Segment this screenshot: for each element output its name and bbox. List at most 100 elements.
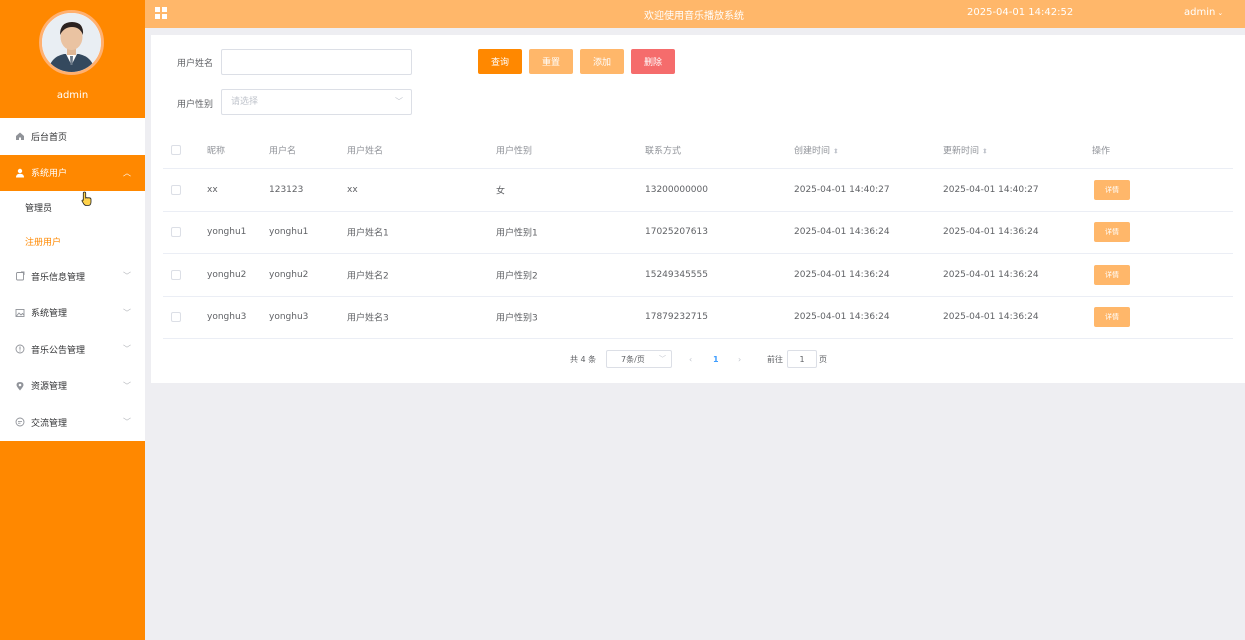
chevron-down-icon: ﹀: [123, 417, 131, 427]
sort-icon[interactable]: ⬍: [982, 147, 988, 155]
header-datetime: 2025-04-01 14:42:52: [967, 7, 1074, 18]
chevron-down-icon: ﹀: [659, 355, 666, 363]
cell-username: yonghu3: [269, 312, 309, 323]
detail-button[interactable]: 详情: [1094, 264, 1130, 285]
sidebar-item-label: 交流管理: [31, 418, 68, 429]
chevron-down-icon: ﹀: [395, 97, 403, 106]
row-checkbox[interactable]: [171, 312, 181, 323]
add-button[interactable]: 添加: [580, 49, 624, 74]
top-header: 欢迎使用音乐播放系统 2025-04-01 14:42:52 admin ⌄: [145, 0, 1245, 28]
delete-button[interactable]: 删除: [631, 49, 675, 74]
cell-username: yonghu1: [269, 227, 309, 238]
row-checkbox[interactable]: [171, 184, 181, 195]
reset-button[interactable]: 重置: [529, 49, 573, 74]
col-nickname: 昵称: [207, 146, 226, 156]
query-button[interactable]: 查询: [478, 49, 522, 74]
cell-realname: 用户姓名3: [347, 313, 389, 324]
chevron-down-icon: ﹀: [123, 344, 131, 354]
sidebar-item-home[interactable]: 后台首页: [0, 118, 145, 155]
cell-updated: 2025-04-01 14:36:24: [943, 227, 1039, 238]
cell-created: 2025-04-01 14:36:24: [794, 312, 890, 323]
sidebar-item-communication[interactable]: 交流管理 ﹀: [0, 404, 145, 441]
table-body: xx 123123 xx 女 13200000000 2025-04-01 14:40:2…: [163, 169, 1233, 339]
sidebar-item-label: 音乐公告管理: [31, 345, 86, 356]
row-checkbox[interactable]: [171, 269, 181, 280]
gender-select-placeholder: 请选择: [231, 97, 259, 107]
avatar-image: [42, 13, 101, 72]
page-size-value: 7条/页: [621, 354, 645, 364]
col-created[interactable]: 创建时间 ⬍: [794, 143, 839, 156]
col-contact: 联系方式: [645, 146, 682, 156]
goto-label: 前往: [767, 354, 783, 364]
cell-gender: 用户性别1: [496, 228, 538, 239]
cell-contact: 17025207613: [645, 227, 708, 238]
cell-gender: 用户性别3: [496, 313, 538, 324]
name-label: 用户姓名: [177, 59, 214, 69]
sidebar: admin 后台首页 系统用户 ︿ 管理员 注册用户 音乐信息管理 ﹀ 系统管理…: [0, 0, 145, 640]
sidebar-subitem-admin[interactable]: 管理员: [0, 191, 145, 225]
chevron-down-icon: ﹀: [123, 271, 131, 281]
cell-nickname: yonghu2: [207, 269, 247, 280]
col-created-label: 创建时间: [794, 146, 831, 156]
cell-updated: 2025-04-01 14:36:24: [943, 269, 1039, 280]
user-icon: [14, 167, 26, 179]
cell-realname: 用户姓名1: [347, 228, 389, 239]
cell-created: 2025-04-01 14:36:24: [794, 227, 890, 238]
users-table: 昵称 用户名 用户姓名 用户性别 联系方式 创建时间 ⬍ 更新时间 ⬍ 操作 xx 1…: [163, 131, 1233, 339]
col-action: 操作: [1092, 146, 1111, 156]
col-gender: 用户性别: [496, 146, 533, 156]
avatar[interactable]: [39, 10, 104, 75]
row-checkbox[interactable]: [171, 227, 181, 238]
select-all-checkbox[interactable]: [171, 144, 181, 155]
main-panel: 用户姓名 用户性别 请选择 ﹀ 查询 重置 添加 删除 昵称 用户名 用户姓名 …: [151, 35, 1245, 383]
cell-created: 2025-04-01 14:40:27: [794, 184, 890, 195]
prev-page-button[interactable]: ‹: [689, 350, 692, 368]
sort-icon[interactable]: ⬍: [833, 147, 839, 155]
page-size-select[interactable]: 7条/页 ﹀: [606, 350, 672, 368]
col-username: 用户名: [269, 146, 297, 156]
goto-page-input[interactable]: 1: [787, 350, 817, 368]
pagination: 共 4 条 7条/页 ﹀ ‹ 1 › 前往 1 页: [151, 350, 1245, 368]
header-title: 欢迎使用音乐播放系统: [644, 11, 744, 22]
table-row: yonghu1 yonghu1 用户姓名1 用户性别1 17025207613 2025-…: [163, 212, 1233, 254]
sidebar-item-music-info[interactable]: 音乐信息管理 ﹀: [0, 258, 145, 295]
name-search-input[interactable]: [221, 49, 412, 75]
cell-realname: 用户姓名2: [347, 271, 389, 282]
table-header: 昵称 用户名 用户姓名 用户性别 联系方式 创建时间 ⬍ 更新时间 ⬍ 操作: [163, 131, 1233, 169]
cell-contact: 13200000000: [645, 184, 708, 195]
cell-contact: 17879232715: [645, 312, 708, 323]
menu-grid-icon[interactable]: [154, 6, 168, 20]
cell-gender: 用户性别2: [496, 271, 538, 282]
sidebar-menu: 后台首页 系统用户 ︿ 管理员 注册用户 音乐信息管理 ﹀ 系统管理 ﹀ 音乐公…: [0, 118, 145, 441]
profile-section: admin: [0, 0, 145, 118]
page-suffix: 页: [819, 354, 827, 364]
hand-cursor-icon: [81, 191, 92, 206]
table-row: xx 123123 xx 女 13200000000 2025-04-01 14:40:2…: [163, 169, 1233, 212]
gender-select[interactable]: 请选择 ﹀: [221, 89, 412, 115]
col-updated[interactable]: 更新时间 ⬍: [943, 143, 988, 156]
detail-button[interactable]: 详情: [1094, 222, 1130, 243]
col-realname: 用户姓名: [347, 146, 384, 156]
pagination-total: 共 4 条: [570, 354, 597, 364]
profile-username: admin: [56, 90, 89, 101]
gender-label: 用户性别: [177, 100, 214, 110]
sidebar-item-resource[interactable]: 资源管理 ﹀: [0, 368, 145, 405]
chevron-down-icon: ﹀: [123, 308, 131, 318]
sidebar-item-system-mgmt[interactable]: 系统管理 ﹀: [0, 295, 145, 332]
sidebar-item-music-notice[interactable]: 音乐公告管理 ﹀: [0, 331, 145, 368]
cell-username: yonghu2: [269, 269, 309, 280]
sidebar-subitem-registered-users[interactable]: 注册用户: [0, 225, 145, 259]
user-dropdown[interactable]: admin ⌄: [1184, 7, 1223, 18]
home-icon: [14, 130, 26, 142]
cell-realname: xx: [347, 184, 358, 195]
detail-button[interactable]: 详情: [1094, 179, 1130, 200]
header-username: admin: [1184, 7, 1216, 18]
cell-contact: 15249345555: [645, 269, 708, 280]
sidebar-subitem-label: 注册用户: [25, 237, 62, 248]
next-page-button[interactable]: ›: [738, 350, 741, 368]
detail-button[interactable]: 详情: [1094, 307, 1130, 328]
cell-updated: 2025-04-01 14:40:27: [943, 184, 1039, 195]
sidebar-item-system-users[interactable]: 系统用户 ︿: [0, 154, 145, 191]
page-number-current[interactable]: 1: [713, 350, 719, 368]
cell-nickname: xx: [207, 184, 218, 195]
